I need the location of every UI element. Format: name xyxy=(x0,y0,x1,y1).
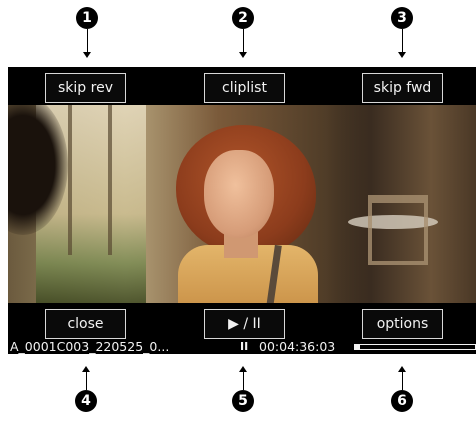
callout-5-badge: 5 xyxy=(232,390,254,412)
video-frame xyxy=(8,105,476,303)
callout-2-arrow xyxy=(239,52,247,58)
callout-4-line xyxy=(86,372,87,390)
progress-bar[interactable] xyxy=(354,344,476,350)
progress-fill xyxy=(355,345,360,349)
skip-rev-button[interactable]: skip rev xyxy=(45,73,126,103)
callout-5-line xyxy=(243,372,244,390)
callout-3-line xyxy=(402,29,403,52)
options-button[interactable]: options xyxy=(362,309,443,339)
play-pause-button[interactable]: ▶ / II xyxy=(204,309,285,339)
callout-2-badge: 2 xyxy=(232,7,254,29)
callout-4-badge: 4 xyxy=(75,390,97,412)
timecode: 00:04:36:03 xyxy=(259,339,336,354)
callout-2-line xyxy=(243,29,244,52)
clip-name: A_0001C003_220525_0... xyxy=(10,339,170,354)
callout-6-badge: 6 xyxy=(391,390,413,412)
callout-1-arrow xyxy=(83,52,91,58)
cliplist-button[interactable]: cliplist xyxy=(204,73,285,103)
close-button[interactable]: close xyxy=(45,309,126,339)
player-screen: skip rev cliplist skip fwd close ▶ / II … xyxy=(8,67,476,354)
callout-3-badge: 3 xyxy=(391,7,413,29)
callout-1-line xyxy=(87,29,88,52)
playback-state-indicator: II xyxy=(240,340,249,353)
skip-fwd-button[interactable]: skip fwd xyxy=(362,73,443,103)
callout-6-line xyxy=(402,372,403,390)
callout-1-badge: 1 xyxy=(76,7,98,29)
status-bar: A_0001C003_220525_0... II 00:04:36:03 xyxy=(8,339,476,354)
callout-3-arrow xyxy=(398,52,406,58)
